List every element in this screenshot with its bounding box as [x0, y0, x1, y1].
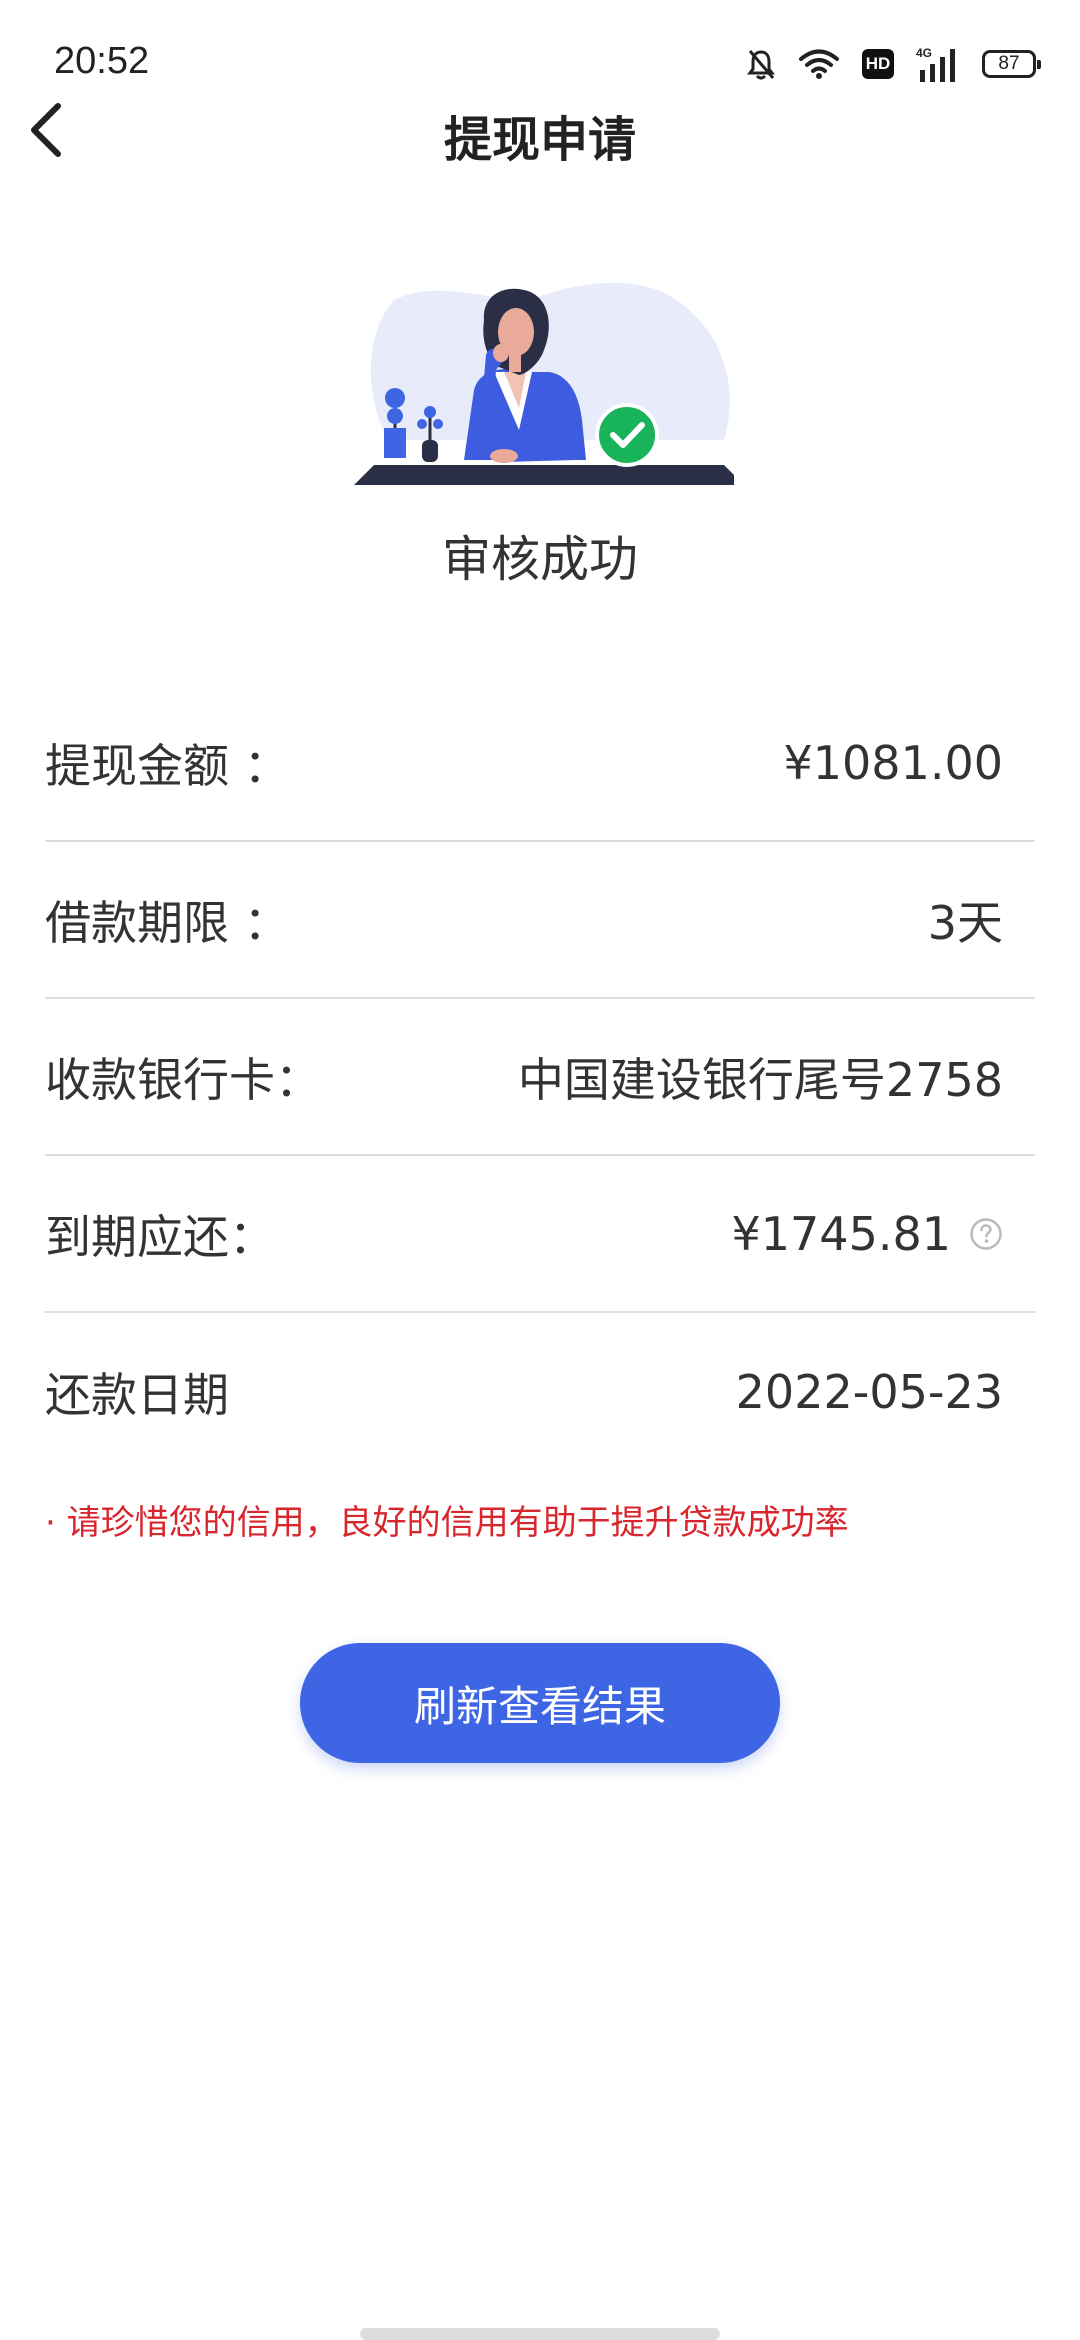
credit-notice: · 请珍惜您的信用，良好的信用有助于提升贷款成功率 [45, 1503, 849, 1543]
info-row-withdraw-amount: 提现金额 ： ¥1081.00 [45, 685, 1035, 842]
withdraw-application-screen: 20:52 HD 4G 87 提现申请 审核成功 提现金额 ： ¥1081.00… [0, 0, 1080, 2340]
home-indicator[interactable] [360, 2328, 720, 2340]
info-value-with-help: ¥1745.81 [732, 1207, 1004, 1261]
battery-icon: 87 [982, 50, 1041, 78]
info-row-loan-term: 借款期限 ： 3天 [45, 842, 1035, 999]
info-row-repayment-date: 还款日期 2022-05-23 [45, 1313, 1035, 1470]
info-label: 借款期限 ： [45, 895, 290, 950]
info-label: 提现金额 ： [45, 738, 290, 793]
status-time: 20:52 [54, 40, 150, 82]
info-row-bank-card: 收款银行卡： 中国建设银行尾号2758 [45, 999, 1035, 1156]
hd-icon: HD [862, 49, 894, 79]
wifi-icon [799, 49, 839, 79]
info-value: 2022-05-23 [735, 1364, 1003, 1419]
review-status-text: 审核成功 [441, 531, 638, 588]
page-title: 提现申请 [443, 112, 636, 168]
info-value: ¥1081.00 [783, 735, 1004, 790]
header: 提现申请 [0, 80, 1080, 180]
check-badge [595, 403, 659, 467]
signal-4g-icon: 4G [916, 46, 955, 82]
status-icons: HD 4G 87 [746, 44, 1041, 84]
info-label: 到期应还： [45, 1209, 275, 1264]
info-label: 还款日期 [45, 1367, 229, 1422]
bell-off-icon [747, 50, 775, 80]
info-value: ¥1745.81 [731, 1206, 952, 1261]
info-row-amount-due: 到期应还： ¥1745.81 [45, 1156, 1035, 1313]
help-circle-icon[interactable] [969, 1217, 1003, 1251]
info-value: 中国建设银行尾号2758 [517, 1052, 1003, 1107]
network-label: 4G [916, 46, 932, 60]
review-success-illustration [354, 282, 734, 485]
info-value: 3天 [927, 895, 1003, 950]
withdraw-info-list: 提现金额 ： ¥1081.00 借款期限 ： 3天 收款银行卡： 中国建设银行尾… [45, 685, 1035, 1470]
info-label: 收款银行卡： [45, 1052, 321, 1107]
refresh-result-button[interactable]: 刷新查看结果 [300, 1643, 780, 1763]
